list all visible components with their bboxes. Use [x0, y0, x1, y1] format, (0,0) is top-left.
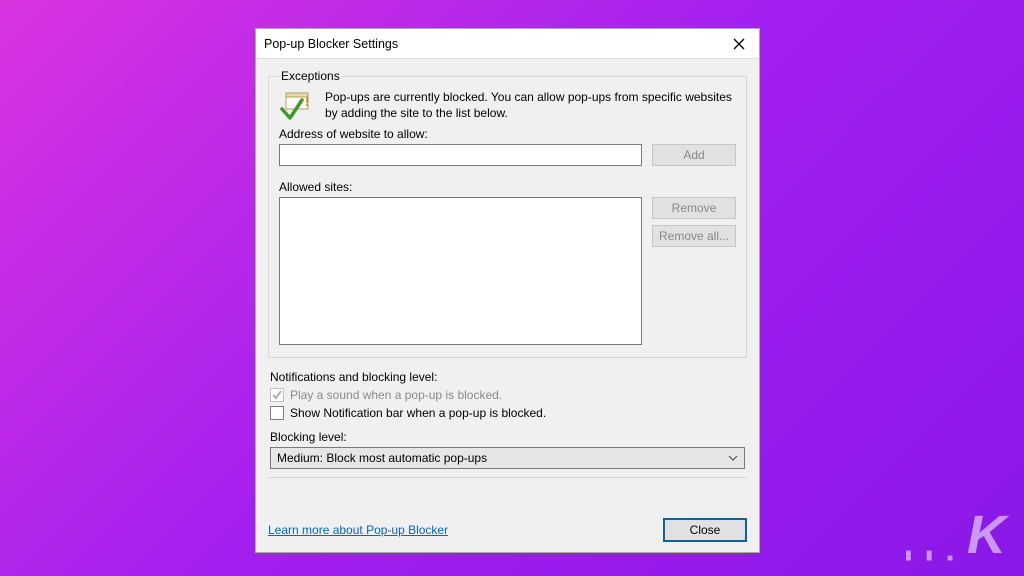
address-input[interactable]: [279, 144, 642, 166]
watermark-dots-icon: ■ ■ ■ ■ ■: [905, 551, 959, 561]
checkmark-icon: [272, 390, 282, 400]
close-icon: [733, 38, 745, 50]
dialog-content: Exceptions ! Pop-ups are currently block…: [256, 59, 759, 518]
chevron-down-icon: [728, 455, 738, 461]
play-sound-label: Play a sound when a pop-up is blocked.: [290, 388, 502, 402]
svg-text:!: !: [305, 94, 309, 109]
dialog-footer: Learn more about Pop-up Blocker Close: [256, 518, 759, 552]
notifications-section: Notifications and blocking level: Play a…: [268, 366, 747, 478]
allowed-sites-list[interactable]: [279, 197, 642, 345]
allowed-sites-label: Allowed sites:: [279, 180, 736, 194]
remove-all-button[interactable]: Remove all...: [652, 225, 736, 247]
show-notification-bar-label: Show Notification bar when a pop-up is b…: [290, 406, 546, 420]
blocking-level-label: Blocking level:: [270, 430, 745, 444]
popup-status-icon: !: [279, 89, 315, 121]
notifications-legend: Notifications and blocking level:: [270, 370, 745, 384]
watermark-logo: ■ ■ ■ ■ ■ K: [905, 504, 1006, 566]
exceptions-legend: Exceptions: [279, 69, 342, 83]
close-button[interactable]: Close: [663, 518, 747, 542]
play-sound-checkbox: [270, 388, 284, 402]
exceptions-fieldset: Exceptions ! Pop-ups are currently block…: [268, 69, 747, 358]
address-label: Address of website to allow:: [279, 127, 736, 141]
blocking-level-select[interactable]: Medium: Block most automatic pop-ups: [270, 447, 745, 469]
dialog-title: Pop-up Blocker Settings: [264, 37, 398, 51]
show-notification-bar-checkbox[interactable]: [270, 406, 284, 420]
learn-more-link[interactable]: Learn more about Pop-up Blocker: [268, 523, 448, 537]
watermark-letter: K: [967, 504, 1006, 566]
blocking-level-value: Medium: Block most automatic pop-ups: [277, 451, 487, 465]
window-close-button[interactable]: [725, 32, 753, 56]
add-button[interactable]: Add: [652, 144, 736, 166]
popup-blocker-dialog: Pop-up Blocker Settings Exceptions !: [255, 28, 760, 553]
exceptions-description: Pop-ups are currently blocked. You can a…: [325, 89, 736, 121]
remove-button[interactable]: Remove: [652, 197, 736, 219]
titlebar: Pop-up Blocker Settings: [256, 29, 759, 59]
